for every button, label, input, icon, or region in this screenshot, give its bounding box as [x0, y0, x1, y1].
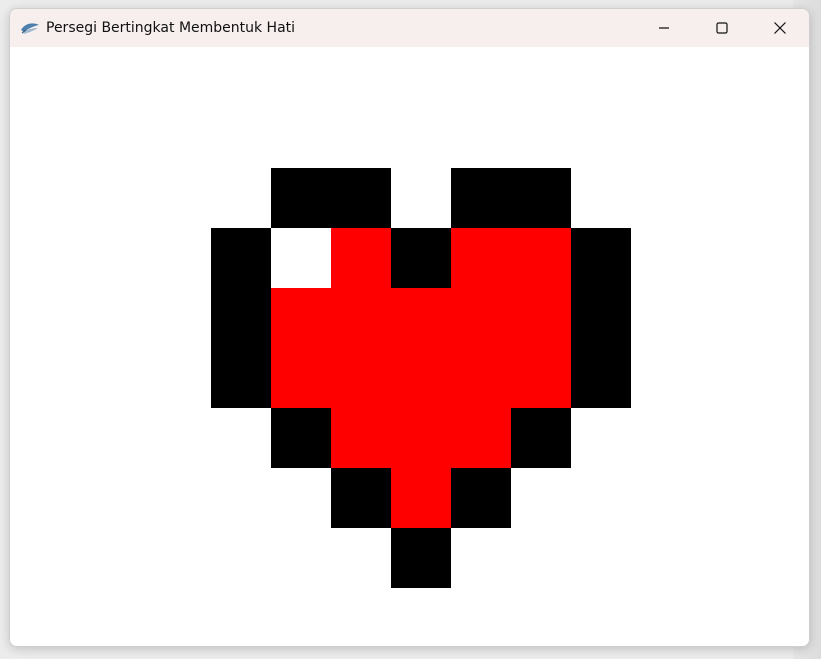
maximize-icon: [716, 22, 728, 34]
heart-square-outline: [571, 288, 631, 348]
heart-square-outline: [511, 408, 571, 468]
heart-square-fill: [391, 468, 451, 528]
close-button[interactable]: [751, 9, 809, 47]
heart-square-fill: [391, 408, 451, 468]
heart-square-outline: [451, 468, 511, 528]
title-bar[interactable]: Persegi Bertingkat Membentuk Hati: [10, 9, 809, 47]
heart-square-outline: [271, 168, 331, 228]
heart-square-fill: [331, 348, 391, 408]
window-title: Persegi Bertingkat Membentuk Hati: [46, 20, 296, 36]
heart-square-outline: [211, 288, 271, 348]
pixel-heart: [211, 168, 631, 588]
heart-square-fill: [331, 408, 391, 468]
heart-square-fill: [331, 228, 391, 288]
drawing-canvas: [10, 47, 809, 646]
python-feather-icon: [20, 20, 40, 36]
heart-square-highlight: [271, 228, 331, 288]
heart-square-outline: [511, 168, 571, 228]
heart-square-outline: [331, 168, 391, 228]
heart-square-outline: [571, 348, 631, 408]
heart-square-outline: [451, 168, 511, 228]
close-icon: [773, 21, 787, 35]
heart-square-fill: [391, 288, 451, 348]
heart-square-outline: [211, 228, 271, 288]
heart-square-fill: [451, 348, 511, 408]
minimize-icon: [658, 22, 670, 34]
window-controls: [635, 9, 809, 47]
heart-square-fill: [391, 348, 451, 408]
heart-square-outline: [571, 228, 631, 288]
heart-square-fill: [271, 288, 331, 348]
maximize-button[interactable]: [693, 9, 751, 47]
heart-square-fill: [271, 348, 331, 408]
heart-square-outline: [391, 528, 451, 588]
heart-square-fill: [451, 408, 511, 468]
heart-square-fill: [511, 228, 571, 288]
minimize-button[interactable]: [635, 9, 693, 47]
heart-square-fill: [511, 348, 571, 408]
heart-square-outline: [271, 408, 331, 468]
heart-square-outline: [391, 228, 451, 288]
heart-square-outline: [211, 348, 271, 408]
heart-square-outline: [331, 468, 391, 528]
heart-square-fill: [451, 228, 511, 288]
heart-square-fill: [331, 288, 391, 348]
app-window: Persegi Bertingkat Membentuk Hati: [9, 8, 810, 647]
heart-square-fill: [451, 288, 511, 348]
heart-square-fill: [511, 288, 571, 348]
